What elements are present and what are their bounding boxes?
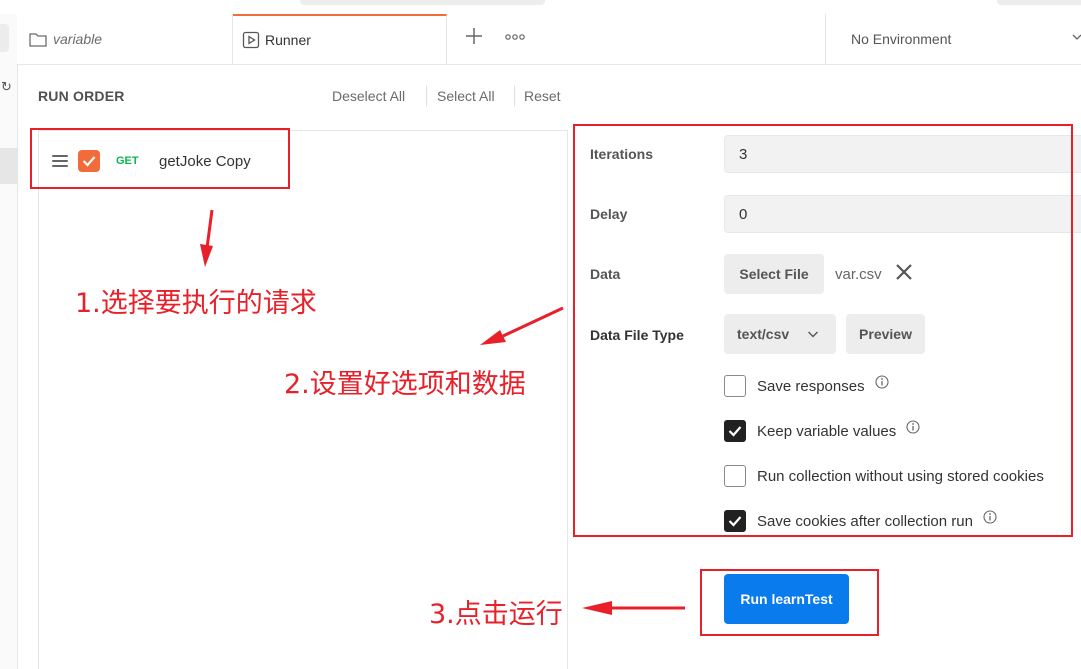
divider — [514, 86, 515, 106]
top-toolbar-strip — [0, 0, 1081, 14]
annotation-box-request — [30, 128, 290, 189]
environment-select-value: No Environment — [851, 31, 952, 47]
top-search-bar-edge[interactable] — [300, 0, 545, 5]
deselect-all-button[interactable]: Deselect All — [332, 88, 405, 104]
runner-icon — [242, 31, 260, 49]
tab-bar: variable Runner No Environment — [17, 14, 1081, 65]
annotation-arrow-3 — [582, 601, 685, 615]
annotation-step-2: 2.设置好选项和数据 — [284, 369, 526, 400]
run-order-title: RUN ORDER — [38, 88, 125, 104]
select-all-button[interactable]: Select All — [437, 88, 495, 104]
left-sidebar-rail: ↻ — [0, 14, 18, 669]
annotation-box-run — [700, 569, 879, 636]
folder-icon — [29, 33, 47, 47]
environment-select[interactable]: No Environment — [825, 14, 1081, 64]
sidebar-rail-item[interactable] — [0, 24, 9, 52]
tab-runner[interactable]: Runner — [233, 14, 447, 64]
new-tab-plus-icon[interactable] — [463, 26, 485, 50]
tab-variable-label: variable — [53, 31, 103, 47]
more-options-icon[interactable] — [505, 30, 529, 46]
annotation-step-1: 1.选择要执行的请求 — [75, 288, 317, 319]
divider — [426, 86, 427, 106]
reset-button[interactable]: Reset — [524, 88, 561, 104]
annotation-step-3: 3.点击运行 — [429, 599, 563, 630]
tab-variable[interactable]: variable — [17, 14, 233, 64]
chevron-down-icon — [1072, 30, 1081, 45]
annotation-box-settings — [573, 124, 1073, 537]
sidebar-rail-icon[interactable]: ↻ — [1, 79, 12, 95]
top-right-control-edge[interactable] — [997, 0, 1081, 5]
sidebar-rail-item-active[interactable] — [0, 148, 17, 184]
tab-runner-label: Runner — [265, 32, 311, 48]
